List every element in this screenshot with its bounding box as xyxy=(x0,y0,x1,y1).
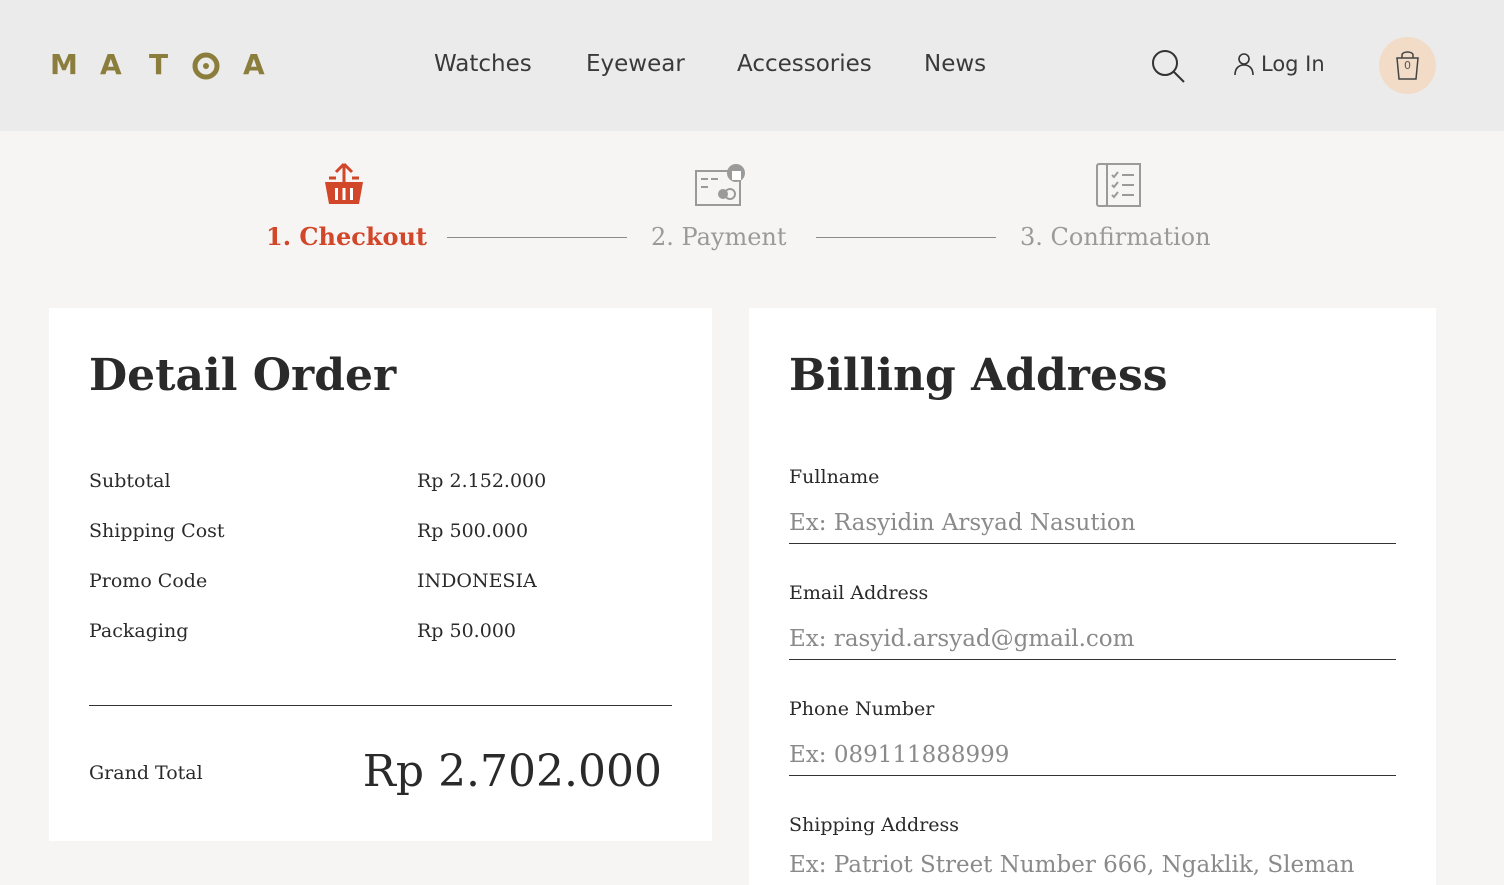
phone-input[interactable] xyxy=(789,734,1396,776)
nav-item-watches[interactable]: Watches xyxy=(434,48,532,80)
logo-letter: A xyxy=(100,48,122,81)
packaging-label: Packaging xyxy=(89,620,189,642)
step-confirmation[interactable]: 3. Confirmation xyxy=(1020,220,1211,254)
order-divider xyxy=(89,705,672,706)
login-label: Log In xyxy=(1261,52,1325,76)
logo-letter: M xyxy=(50,48,78,81)
billing-address-title: Billing Address xyxy=(789,350,1168,401)
nav-item-eyewear[interactable]: Eyewear xyxy=(586,48,685,80)
basket-upload-icon[interactable] xyxy=(323,162,365,206)
grand-total-label: Grand Total xyxy=(89,762,203,784)
step-connector xyxy=(447,237,627,238)
grand-total-value: Rp 2.702.000 xyxy=(362,746,662,797)
fullname-input[interactable] xyxy=(789,502,1396,544)
checklist-icon[interactable] xyxy=(1096,163,1142,208)
logo-o-mark xyxy=(192,52,220,80)
email-label: Email Address xyxy=(789,582,929,604)
site-header: M A T A Watches Eyewear Accessories News… xyxy=(0,0,1504,131)
shipping-address-label: Shipping Address xyxy=(789,814,960,836)
detail-order-card: Detail Order Subtotal Rp 2.152.000 Shipp… xyxy=(49,308,712,841)
packaging-value: Rp 50.000 xyxy=(417,620,516,642)
subtotal-value: Rp 2.152.000 xyxy=(417,470,547,492)
billing-address-card: Billing Address Fullname Email Address P… xyxy=(749,308,1436,885)
fullname-label: Fullname xyxy=(789,466,880,488)
shipping-cost-label: Shipping Cost xyxy=(89,520,225,542)
detail-order-title: Detail Order xyxy=(89,350,397,401)
nav-item-accessories[interactable]: Accessories xyxy=(737,48,872,80)
nav-item-news[interactable]: News xyxy=(924,48,986,80)
promo-code-label: Promo Code xyxy=(89,570,208,592)
logo-letter: A xyxy=(243,48,265,81)
shipping-cost-value: Rp 500.000 xyxy=(417,520,529,542)
step-connector xyxy=(816,237,996,238)
shipping-address-input[interactable] xyxy=(789,844,1396,885)
step-checkout[interactable]: 1. Checkout xyxy=(266,220,427,254)
subtotal-label: Subtotal xyxy=(89,470,171,492)
cart-button[interactable]: 0 xyxy=(1379,37,1436,94)
promo-code-value: INDONESIA xyxy=(417,570,537,592)
logo-letter: T xyxy=(149,48,169,81)
search-icon[interactable] xyxy=(1150,48,1186,84)
email-input[interactable] xyxy=(789,618,1396,660)
login-button[interactable]: Log In xyxy=(1233,48,1325,80)
cart-count: 0 xyxy=(1404,59,1411,72)
payment-card-icon[interactable] xyxy=(694,163,748,207)
step-payment[interactable]: 2. Payment xyxy=(651,220,787,254)
user-icon xyxy=(1234,53,1254,76)
phone-label: Phone Number xyxy=(789,698,935,720)
